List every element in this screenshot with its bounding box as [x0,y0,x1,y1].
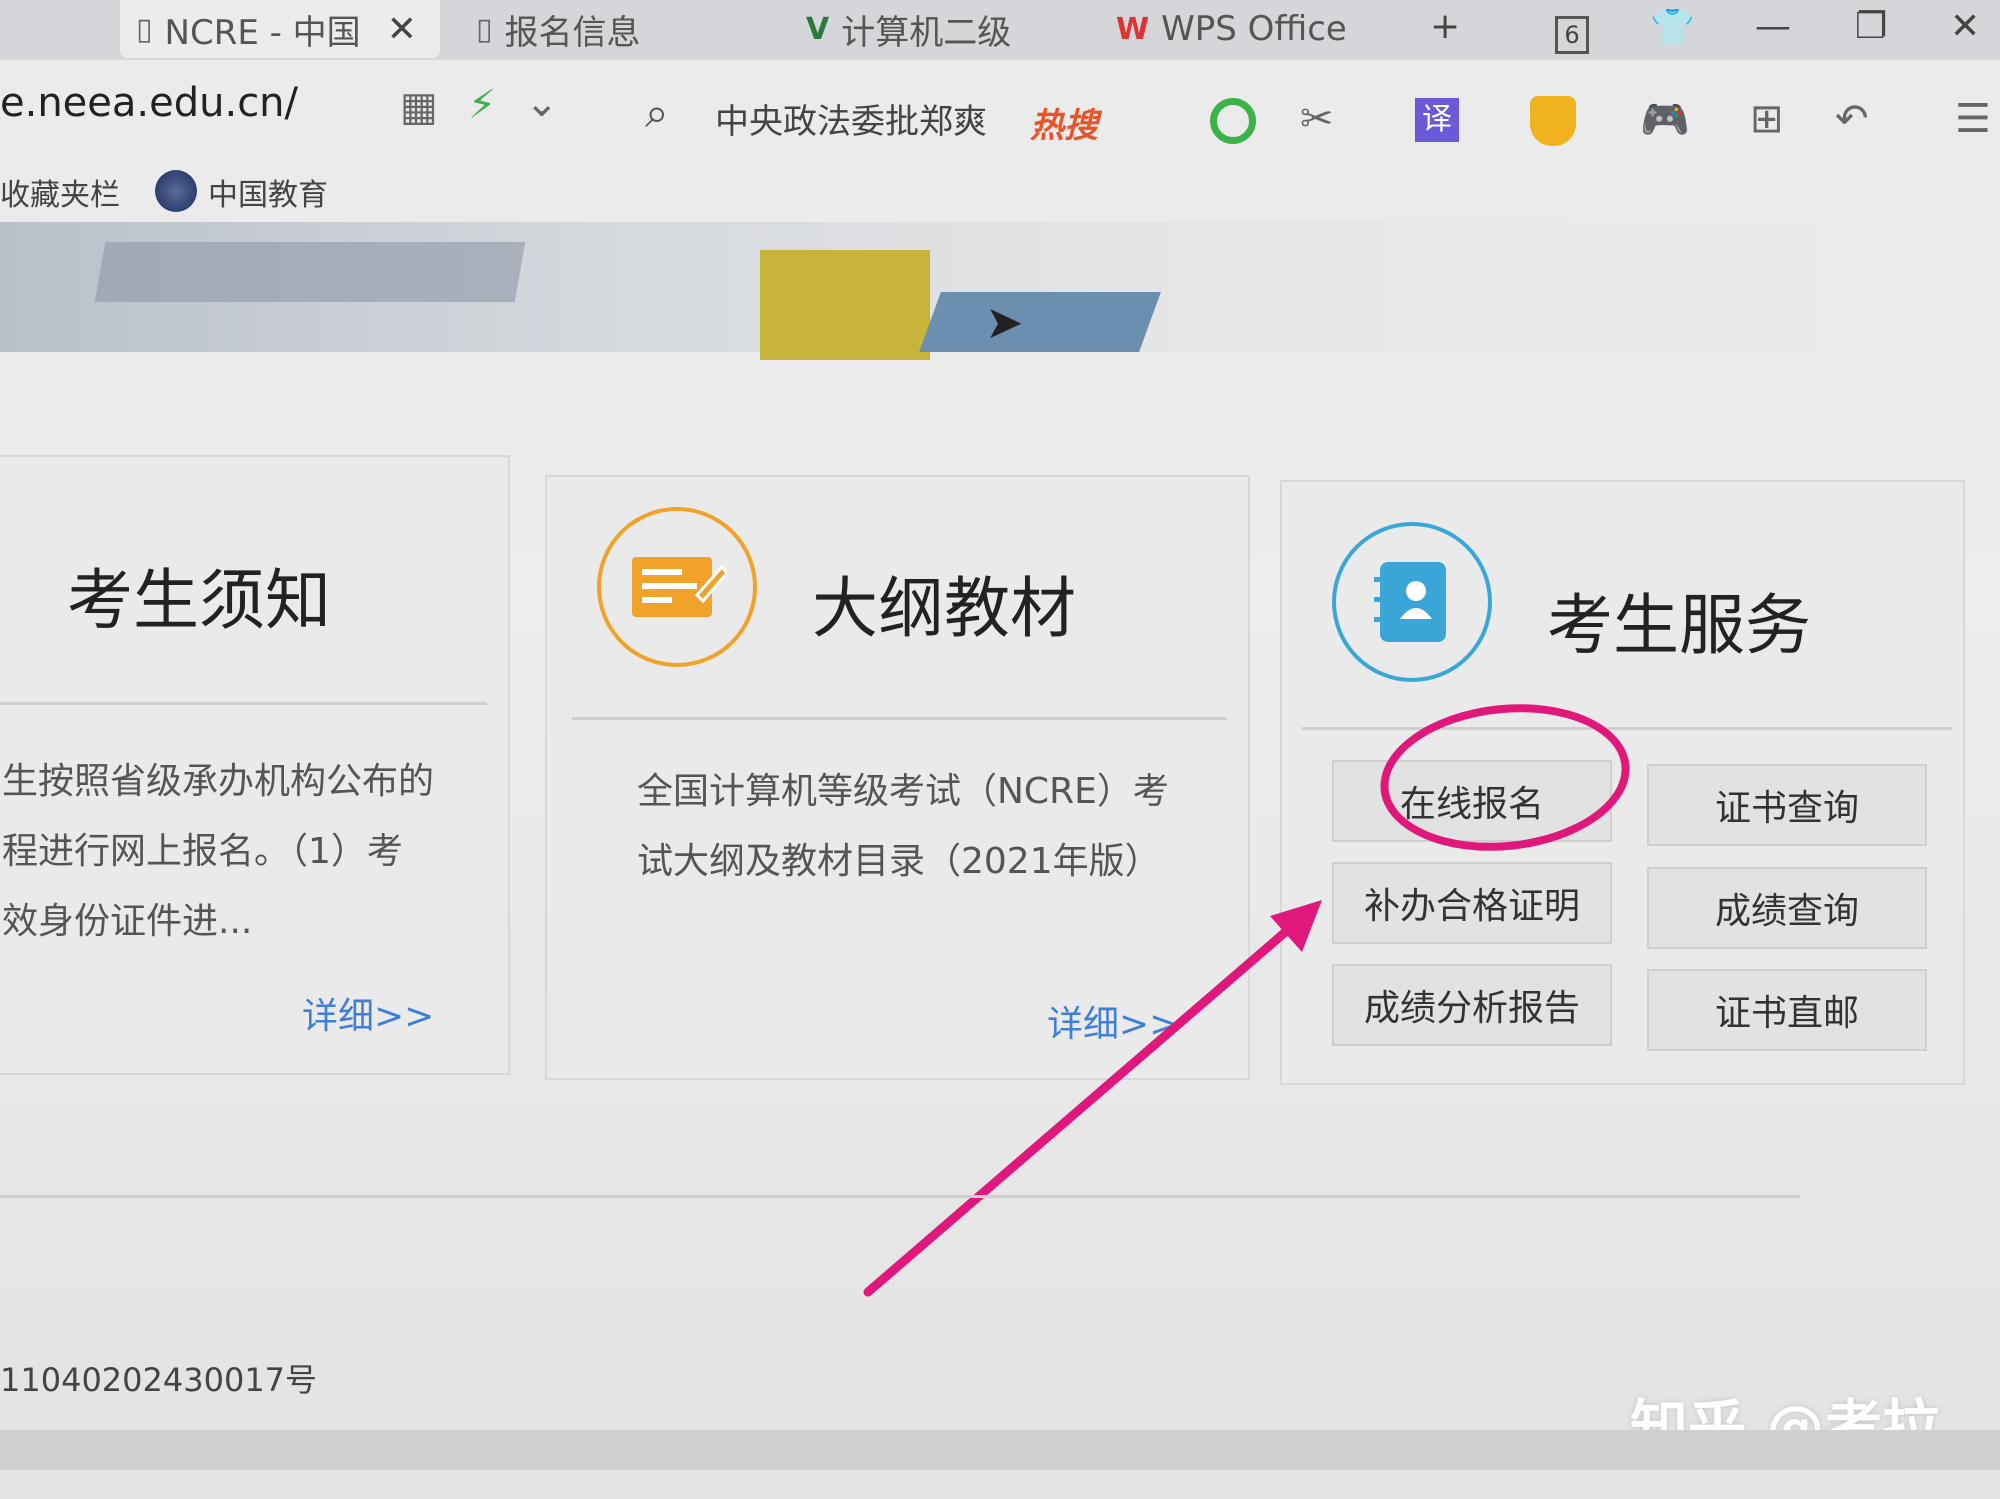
bottom-strip [0,1470,2000,1499]
annotation-arrow [863,900,1322,1297]
footer-divider [0,1195,1800,1198]
photo-frame: ▯ NCRE - 中国 ✕ ▯ 报名信息 V 计算机二级 W WPS Offic… [0,0,2000,1499]
icp-number: 11040202430017号 [0,1361,318,1399]
bottom-bar [0,1430,2000,1499]
